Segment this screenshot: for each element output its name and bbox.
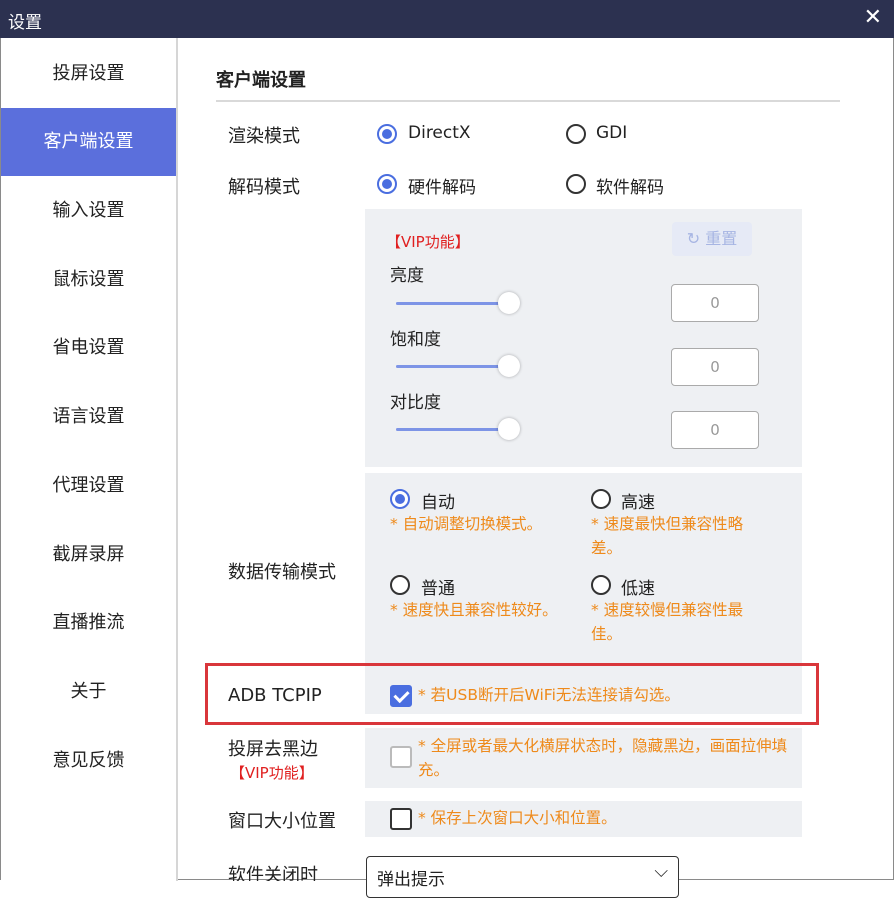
low-speed-note: * 速度较慢但兼容性最佳。 xyxy=(591,601,744,643)
remove-black-note: * 全屏或者最大化横屏状态时，隐藏黑边，画面拉伸填充。 xyxy=(418,737,788,779)
contrast-input[interactable]: 0 xyxy=(671,411,759,449)
sidebar-item-proxy[interactable]: 代理设置 xyxy=(1,452,176,520)
decode-mode-label: 解码模式 xyxy=(228,177,300,198)
brightness-slider-thumb[interactable] xyxy=(498,292,520,314)
section-title: 客户端设置 xyxy=(216,70,306,91)
auto-note: * 自动调整切换模式。 xyxy=(390,515,543,533)
remove-black-label: 投屏去黑边 xyxy=(228,739,318,760)
sidebar: 投屏设置 客户端设置 输入设置 鼠标设置 省电设置 语言设置 代理设置 截屏录屏… xyxy=(1,38,178,881)
remove-black-vip-tag: 【VIP功能】 xyxy=(230,764,314,782)
sidebar-item-language[interactable]: 语言设置 xyxy=(1,383,176,451)
window-pos-label: 窗口大小位置 xyxy=(228,811,336,832)
sidebar-item-input[interactable]: 输入设置 xyxy=(1,177,176,245)
window-pos-note: * 保存上次窗口大小和位置。 xyxy=(418,809,617,827)
sidebar-item-feedback[interactable]: 意见反馈 xyxy=(1,727,176,795)
contrast-slider[interactable] xyxy=(396,428,506,431)
radio-gdi-label[interactable]: GDI xyxy=(596,123,627,143)
refresh-icon: ↻ xyxy=(686,229,701,248)
brightness-label: 亮度 xyxy=(390,266,424,286)
remove-black-checkbox[interactable] xyxy=(390,746,412,768)
highlight-box xyxy=(205,663,819,725)
saturation-slider[interactable] xyxy=(396,365,506,368)
close-icon[interactable]: ✕ xyxy=(864,5,882,30)
saturation-slider-fill xyxy=(396,365,506,368)
sidebar-item-live[interactable]: 直播推流 xyxy=(1,589,176,657)
brightness-input[interactable]: 0 xyxy=(671,284,759,322)
radio-hardware-decode-label[interactable]: 硬件解码 xyxy=(408,173,476,198)
transfer-mode-label: 数据传输模式 xyxy=(228,562,336,583)
radio-low-speed-label[interactable]: 低速 xyxy=(621,574,655,599)
radio-auto-label[interactable]: 自动 xyxy=(421,488,455,513)
on-close-select-value: 弹出提示 xyxy=(377,870,445,890)
on-close-select[interactable]: 弹出提示 ⌵ xyxy=(366,856,679,898)
sidebar-item-mouse[interactable]: 鼠标设置 xyxy=(1,246,176,314)
contrast-label: 对比度 xyxy=(390,393,441,413)
radio-normal[interactable] xyxy=(390,575,410,595)
title-bar: 设置 ✕ xyxy=(0,0,894,38)
radio-directx[interactable] xyxy=(377,124,397,144)
window-pos-checkbox[interactable] xyxy=(390,808,412,830)
radio-low-speed[interactable] xyxy=(591,575,611,595)
sidebar-item-capture[interactable]: 截屏录屏 xyxy=(1,521,176,589)
vip-tag: 【VIP功能】 xyxy=(386,233,470,251)
reset-button[interactable]: ↻ 重置 xyxy=(672,222,752,256)
normal-note: * 速度快且兼容性较好。 xyxy=(390,601,558,619)
saturation-label: 饱和度 xyxy=(390,330,441,350)
radio-software-decode[interactable] xyxy=(566,174,586,194)
content-area: 客户端设置 渲染模式 DirectX GDI 解码模式 硬件解码 软件解码 【V… xyxy=(178,38,892,881)
sidebar-item-about[interactable]: 关于 xyxy=(1,658,176,726)
section-divider xyxy=(216,100,840,102)
sidebar-item-client[interactable]: 客户端设置 xyxy=(1,108,176,176)
render-mode-label: 渲染模式 xyxy=(228,126,300,147)
radio-auto[interactable] xyxy=(390,489,410,509)
sidebar-item-cast[interactable]: 投屏设置 xyxy=(1,40,176,108)
brightness-slider-fill xyxy=(396,302,506,305)
high-speed-note: * 速度最快但兼容性略差。 xyxy=(591,515,744,557)
radio-software-decode-label[interactable]: 软件解码 xyxy=(596,173,664,198)
brightness-slider[interactable] xyxy=(396,302,506,305)
radio-high-speed-label[interactable]: 高速 xyxy=(621,488,655,513)
window-title: 设置 xyxy=(8,13,42,33)
contrast-slider-thumb[interactable] xyxy=(498,418,520,440)
saturation-input[interactable]: 0 xyxy=(671,348,759,386)
contrast-slider-fill xyxy=(396,428,506,431)
radio-directx-label[interactable]: DirectX xyxy=(408,123,471,143)
chevron-down-icon: ⌵ xyxy=(654,861,668,882)
radio-hardware-decode[interactable] xyxy=(377,174,397,194)
sidebar-item-power[interactable]: 省电设置 xyxy=(1,314,176,382)
radio-high-speed[interactable] xyxy=(591,489,611,509)
radio-normal-label[interactable]: 普通 xyxy=(421,574,455,599)
reset-button-label: 重置 xyxy=(705,229,738,248)
radio-gdi[interactable] xyxy=(566,124,586,144)
on-close-label: 软件关闭时 xyxy=(228,865,318,881)
saturation-slider-thumb[interactable] xyxy=(498,355,520,377)
